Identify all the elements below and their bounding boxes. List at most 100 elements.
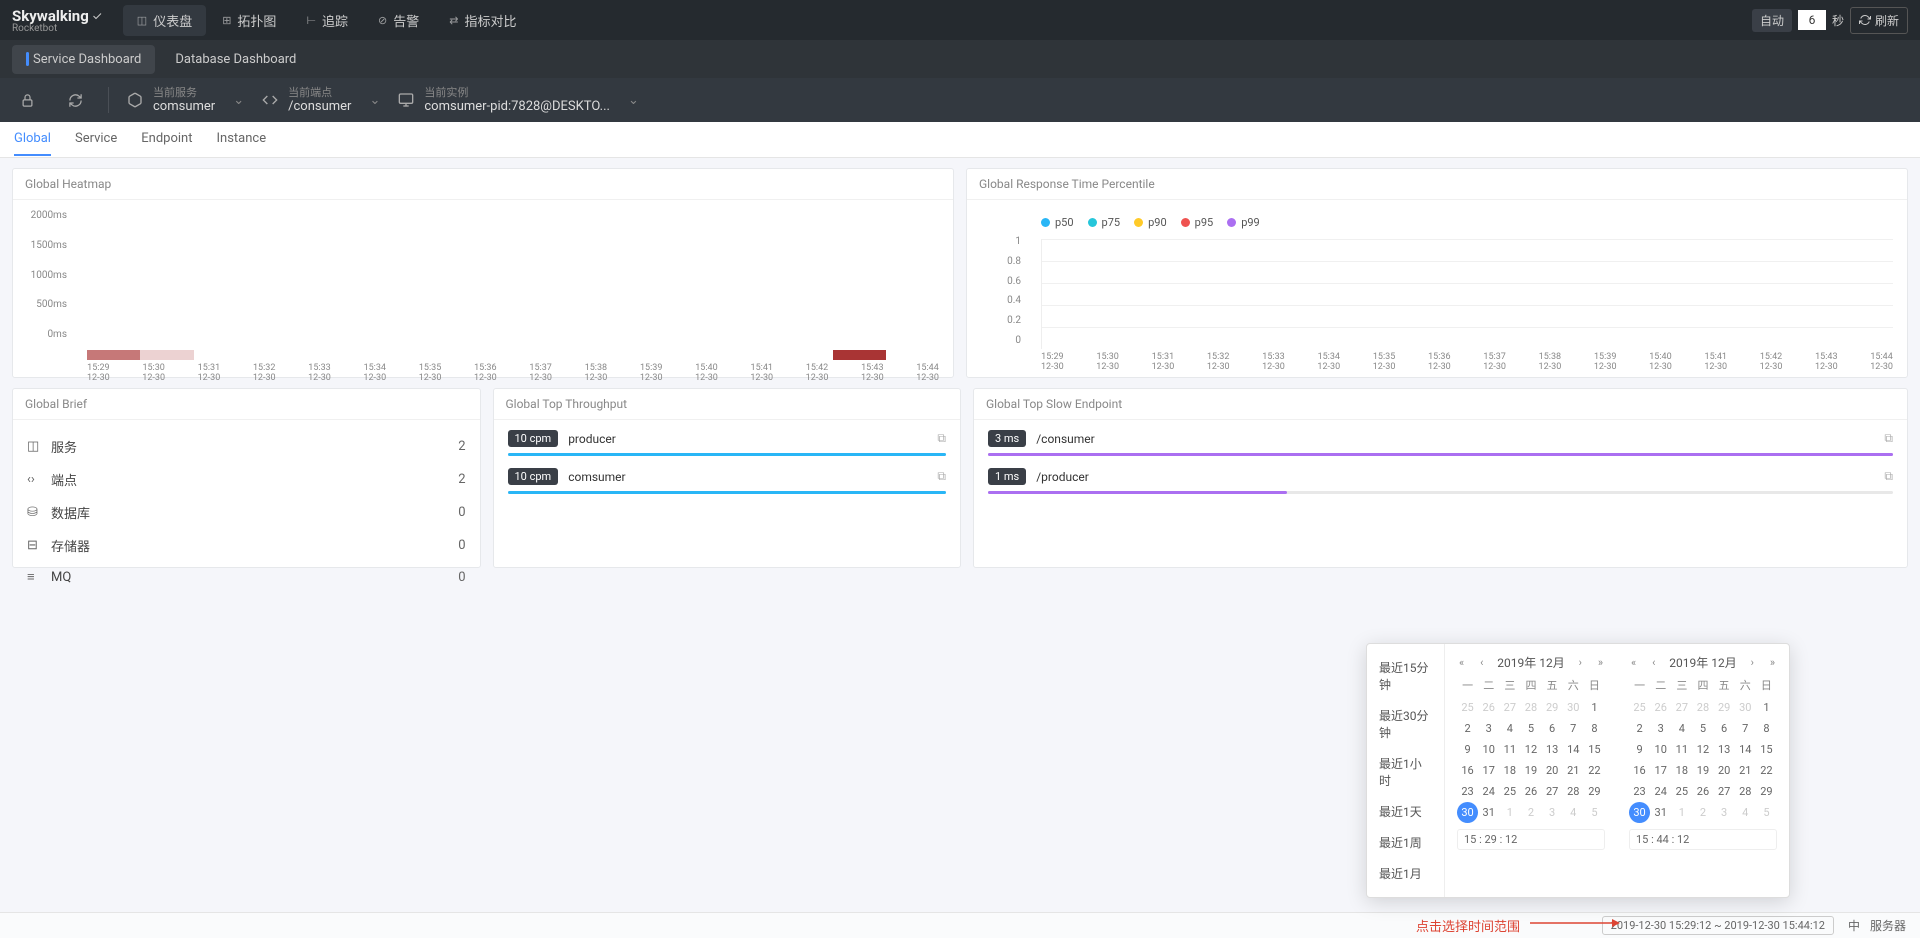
- day-cell[interactable]: 14: [1563, 739, 1584, 760]
- day-cell[interactable]: 2: [1692, 802, 1713, 823]
- day-cell[interactable]: 5: [1520, 718, 1541, 739]
- day-cell[interactable]: 21: [1735, 760, 1756, 781]
- day-cell[interactable]: 29: [1714, 697, 1735, 718]
- day-cell[interactable]: 6: [1542, 718, 1563, 739]
- day-cell[interactable]: 17: [1478, 760, 1499, 781]
- day-cell[interactable]: 27: [1499, 697, 1520, 718]
- day-cell[interactable]: 2: [1457, 718, 1478, 739]
- day-cell[interactable]: 27: [1542, 781, 1563, 802]
- time-input[interactable]: 15 : 29 : 12: [1457, 829, 1605, 850]
- day-cell[interactable]: 13: [1542, 739, 1563, 760]
- preset-item[interactable]: 最近15分钟: [1367, 652, 1444, 700]
- day-cell[interactable]: 10: [1478, 739, 1499, 760]
- day-cell[interactable]: 9: [1629, 739, 1650, 760]
- day-cell[interactable]: 4: [1735, 802, 1756, 823]
- day-cell[interactable]: 27: [1671, 697, 1692, 718]
- day-cell[interactable]: 28: [1692, 697, 1713, 718]
- day-cell[interactable]: 3: [1714, 802, 1735, 823]
- day-cell[interactable]: 12: [1692, 739, 1713, 760]
- subtab-service[interactable]: Service: [75, 123, 117, 156]
- prev-year-icon[interactable]: «: [1629, 656, 1638, 669]
- day-cell[interactable]: 26: [1650, 697, 1671, 718]
- reload-button[interactable]: [60, 85, 90, 115]
- time-input[interactable]: 15 : 44 : 12: [1629, 829, 1777, 850]
- day-cell[interactable]: 1: [1584, 697, 1605, 718]
- day-cell[interactable]: 25: [1499, 781, 1520, 802]
- day-cell[interactable]: 31: [1650, 802, 1671, 823]
- day-cell[interactable]: 26: [1692, 781, 1713, 802]
- nav-item-1[interactable]: ⊞拓扑图: [208, 5, 290, 36]
- day-cell[interactable]: 26: [1478, 697, 1499, 718]
- lock-button[interactable]: [12, 85, 42, 115]
- day-cell[interactable]: 11: [1671, 739, 1692, 760]
- day-cell[interactable]: 29: [1542, 697, 1563, 718]
- nav-item-4[interactable]: ⇄指标对比: [435, 5, 530, 36]
- day-cell[interactable]: 8: [1756, 718, 1777, 739]
- day-cell[interactable]: 9: [1457, 739, 1478, 760]
- legend-item[interactable]: p99: [1227, 216, 1260, 229]
- preset-item[interactable]: 最近30分钟: [1367, 700, 1444, 748]
- day-cell[interactable]: 24: [1650, 781, 1671, 802]
- copy-icon[interactable]: ⧉: [1884, 431, 1893, 446]
- day-cell[interactable]: 15: [1584, 739, 1605, 760]
- day-cell[interactable]: 29: [1584, 781, 1605, 802]
- prev-year-icon[interactable]: «: [1457, 656, 1466, 669]
- day-cell[interactable]: 30: [1629, 802, 1650, 823]
- legend-item[interactable]: p75: [1088, 216, 1121, 229]
- day-cell[interactable]: 2: [1520, 802, 1541, 823]
- day-cell[interactable]: 20: [1542, 760, 1563, 781]
- next-year-icon[interactable]: »: [1768, 656, 1777, 669]
- day-cell[interactable]: 26: [1520, 781, 1541, 802]
- datepicker[interactable]: 最近15分钟最近30分钟最近1小时最近1天最近1周最近1月 « ‹ 2019年 …: [1366, 643, 1790, 898]
- day-cell[interactable]: 5: [1692, 718, 1713, 739]
- day-cell[interactable]: 25: [1671, 781, 1692, 802]
- copy-icon[interactable]: ⧉: [937, 469, 946, 484]
- nav-item-2[interactable]: ⊢追踪: [292, 5, 362, 36]
- day-cell[interactable]: 4: [1499, 718, 1520, 739]
- legend-item[interactable]: p95: [1181, 216, 1214, 229]
- day-cell[interactable]: 4: [1563, 802, 1584, 823]
- copy-icon[interactable]: ⧉: [1884, 469, 1893, 484]
- day-cell[interactable]: 2: [1629, 718, 1650, 739]
- day-cell[interactable]: 4: [1671, 718, 1692, 739]
- day-cell[interactable]: 10: [1650, 739, 1671, 760]
- day-cell[interactable]: 3: [1650, 718, 1671, 739]
- day-cell[interactable]: 14: [1735, 739, 1756, 760]
- day-cell[interactable]: 16: [1457, 760, 1478, 781]
- day-cell[interactable]: 8: [1584, 718, 1605, 739]
- refresh-button[interactable]: 刷新: [1850, 7, 1908, 34]
- legend-item[interactable]: p50: [1041, 216, 1074, 229]
- day-cell[interactable]: 31: [1478, 802, 1499, 823]
- day-cell[interactable]: 25: [1457, 697, 1478, 718]
- copy-icon[interactable]: ⧉: [937, 431, 946, 446]
- instance-selector[interactable]: 当前实例comsumer-pid:7828@DESKTO... ⌄: [398, 86, 639, 115]
- day-cell[interactable]: 18: [1671, 760, 1692, 781]
- preset-item[interactable]: 最近1周: [1367, 827, 1444, 858]
- day-cell[interactable]: 28: [1735, 781, 1756, 802]
- day-cell[interactable]: 5: [1756, 802, 1777, 823]
- prev-month-icon[interactable]: ‹: [1478, 656, 1485, 669]
- nav-item-3[interactable]: ⊘告警: [364, 5, 433, 36]
- day-cell[interactable]: 18: [1499, 760, 1520, 781]
- next-year-icon[interactable]: »: [1596, 656, 1605, 669]
- server-label[interactable]: 服务器: [1870, 917, 1906, 934]
- day-cell[interactable]: 3: [1478, 718, 1499, 739]
- day-cell[interactable]: 22: [1584, 760, 1605, 781]
- dash-tab-1[interactable]: Database Dashboard: [161, 45, 310, 74]
- preset-item[interactable]: 最近1小时: [1367, 748, 1444, 796]
- day-cell[interactable]: 23: [1629, 781, 1650, 802]
- preset-item[interactable]: 最近1天: [1367, 796, 1444, 827]
- subtab-instance[interactable]: Instance: [216, 123, 266, 156]
- day-cell[interactable]: 20: [1714, 760, 1735, 781]
- dash-tab-0[interactable]: Service Dashboard: [12, 45, 155, 74]
- day-cell[interactable]: 16: [1629, 760, 1650, 781]
- day-cell[interactable]: 19: [1692, 760, 1713, 781]
- day-cell[interactable]: 25: [1629, 697, 1650, 718]
- day-cell[interactable]: 1: [1671, 802, 1692, 823]
- day-cell[interactable]: 19: [1520, 760, 1541, 781]
- day-cell[interactable]: 6: [1714, 718, 1735, 739]
- day-cell[interactable]: 13: [1714, 739, 1735, 760]
- day-cell[interactable]: 30: [1457, 802, 1478, 823]
- subtab-global[interactable]: Global: [14, 123, 51, 156]
- day-cell[interactable]: 28: [1563, 781, 1584, 802]
